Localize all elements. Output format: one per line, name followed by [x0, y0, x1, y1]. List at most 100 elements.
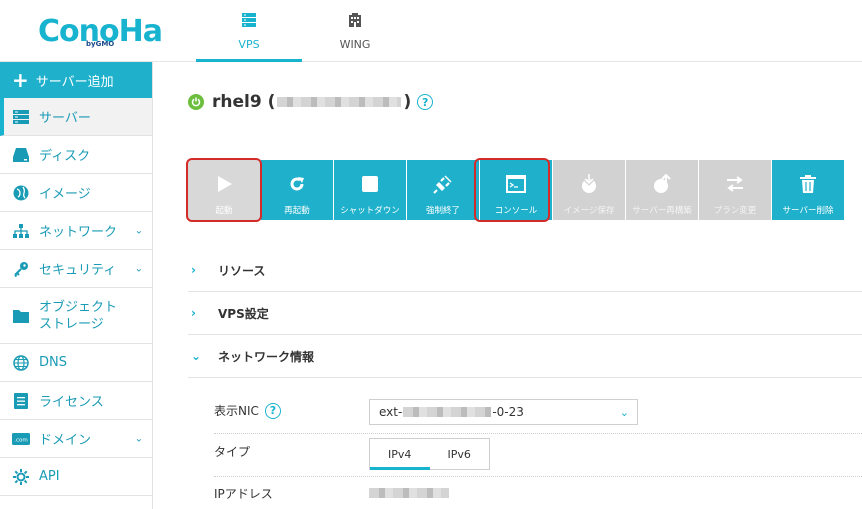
- rebuild-icon: [652, 173, 672, 195]
- add-server-button[interactable]: + サーバー追加: [0, 62, 152, 98]
- section-network-info-label: ネットワーク情報: [218, 349, 315, 364]
- chevron-right-icon: ›: [191, 306, 196, 320]
- paren-close: ): [403, 92, 412, 112]
- server-title-row: rhel9 ( ) ?: [188, 90, 434, 114]
- start-label: 起動: [215, 206, 233, 216]
- power-on-icon: [188, 94, 204, 110]
- stop-icon: [361, 173, 379, 195]
- sidebar-item-label-line1: オブジェクト: [39, 299, 118, 315]
- redacted-nic-id: [403, 407, 492, 417]
- license-icon: [12, 392, 30, 410]
- section-resource[interactable]: › リソース: [188, 249, 862, 292]
- folder-icon: [12, 307, 30, 325]
- save-image-label: イメージ保存: [563, 206, 615, 216]
- restart-label: 再起動: [284, 206, 310, 216]
- plug-icon: [433, 173, 453, 195]
- section-vps-settings[interactable]: › VPS設定: [188, 292, 862, 335]
- key-icon: [12, 260, 30, 278]
- sidebar-item-label: ライセンス: [39, 395, 104, 410]
- logo-by: by: [86, 40, 96, 48]
- sidebar-item-disk[interactable]: ディスク: [0, 136, 152, 174]
- tab-wing[interactable]: WING: [302, 0, 408, 62]
- section-network-info[interactable]: ⌄ ネットワーク情報: [188, 335, 862, 378]
- nic-prefix: ext-: [379, 405, 403, 419]
- nic-label: 表示NIC: [214, 404, 259, 418]
- console-button[interactable]: コンソール: [480, 160, 552, 220]
- sidebar-item-object-storage[interactable]: オブジェクト ストレージ: [0, 288, 152, 344]
- sidebar-item-security[interactable]: セキュリティ ⌄: [0, 250, 152, 288]
- section-resource-label: リソース: [218, 263, 266, 278]
- start-button[interactable]: 起動: [188, 160, 260, 220]
- save-image-button: イメージ保存: [553, 160, 625, 220]
- server-icon: [12, 108, 30, 126]
- shutdown-button[interactable]: シャットダウン: [334, 160, 406, 220]
- image-save-icon: [579, 173, 599, 195]
- nic-select[interactable]: ext- -0-23 ⌄: [369, 399, 638, 425]
- top-nav: VPS WING: [196, 0, 408, 62]
- rebuild-button: サーバー再構築: [626, 160, 698, 220]
- trash-icon: [800, 173, 816, 195]
- plan-change-button: プラン変更: [699, 160, 771, 220]
- nic-label-row: 表示NIC ?: [214, 402, 281, 419]
- plan-change-icon: [725, 173, 745, 195]
- delete-server-button[interactable]: サーバー削除: [772, 160, 844, 220]
- plan-change-label: プラン変更: [713, 206, 757, 216]
- sidebar-item-domain[interactable]: .com ドメイン ⌄: [0, 420, 152, 458]
- sidebar-item-network[interactable]: ネットワーク ⌄: [0, 212, 152, 250]
- ip-type-toggle: IPv4 IPv6: [369, 438, 490, 470]
- force-stop-button[interactable]: 強制終了: [407, 160, 479, 220]
- play-icon: [215, 173, 233, 195]
- action-toolbar: 起動 再起動 シャットダウン 強制終了 コンソール イメージ保存 サーバー再構築…: [188, 160, 845, 220]
- api-icon: [12, 468, 30, 486]
- chevron-down-icon: ⌄: [134, 225, 143, 236]
- add-server-label: サーバー追加: [35, 74, 114, 90]
- console-label: コンソール: [494, 206, 538, 216]
- logo-brand: byGMO: [86, 40, 114, 48]
- sidebar-item-label: オブジェクト ストレージ: [39, 299, 117, 333]
- sidebar-item-label: ドメイン: [39, 433, 92, 448]
- redacted-ip: [277, 97, 402, 107]
- nic-suffix: -0-23: [492, 405, 524, 419]
- tab-vps[interactable]: VPS: [196, 0, 302, 62]
- ip-address-label: IPアドレス: [214, 487, 273, 501]
- logo-gmo: GMO: [95, 40, 115, 48]
- sidebar-item-label: ディスク: [39, 149, 91, 164]
- globe-icon: [12, 184, 30, 202]
- svg-text:.com: .com: [14, 437, 28, 443]
- redacted-ip-address: [369, 488, 449, 498]
- help-icon[interactable]: ?: [264, 402, 281, 419]
- divider: [214, 433, 862, 434]
- chevron-right-icon: ›: [191, 263, 196, 277]
- sidebar-item-server[interactable]: サーバー: [0, 98, 152, 136]
- rebuild-label: サーバー再構築: [632, 206, 692, 216]
- paren-open: (: [267, 92, 276, 112]
- force-stop-label: 強制終了: [425, 206, 460, 216]
- sidebar-item-api[interactable]: API: [0, 458, 152, 496]
- chevron-down-icon: ⌄: [619, 406, 629, 419]
- sidebar-item-image[interactable]: イメージ: [0, 174, 152, 212]
- sidebar-item-label-line2: ストレージ: [39, 316, 104, 332]
- sidebar-item-label: ネットワーク: [39, 225, 118, 240]
- sidebar-item-label: DNS: [39, 355, 67, 370]
- sidebar-item-label: API: [39, 469, 60, 484]
- chevron-down-icon: ⌄: [191, 349, 202, 363]
- restart-button[interactable]: 再起動: [261, 160, 333, 220]
- disk-icon: [12, 146, 30, 164]
- sidebar-item-dns[interactable]: DNS: [0, 344, 152, 382]
- sidebar-item-label: セキュリティ: [39, 263, 117, 278]
- ipv6-option[interactable]: IPv6: [430, 439, 490, 469]
- dns-globe-icon: [12, 354, 30, 372]
- wing-building-icon: [347, 12, 363, 32]
- server-name: rhel9: [212, 92, 262, 112]
- ipv4-option[interactable]: IPv4: [370, 439, 430, 470]
- server-stack-icon: [241, 12, 257, 32]
- chevron-down-icon: ⌄: [134, 433, 143, 444]
- help-icon[interactable]: ?: [417, 94, 434, 110]
- domain-icon: .com: [12, 430, 30, 448]
- conoha-logo[interactable]: ConoHa byGMO: [38, 12, 163, 52]
- chevron-down-icon: ⌄: [134, 263, 143, 274]
- sidebar-item-label: イメージ: [39, 187, 91, 202]
- tab-wing-label: WING: [339, 38, 371, 51]
- sidebar-item-license[interactable]: ライセンス: [0, 382, 152, 420]
- sidebar: + サーバー追加 サーバー ディスク イメージ ネットワーク ⌄ セキュリティ …: [0, 62, 153, 509]
